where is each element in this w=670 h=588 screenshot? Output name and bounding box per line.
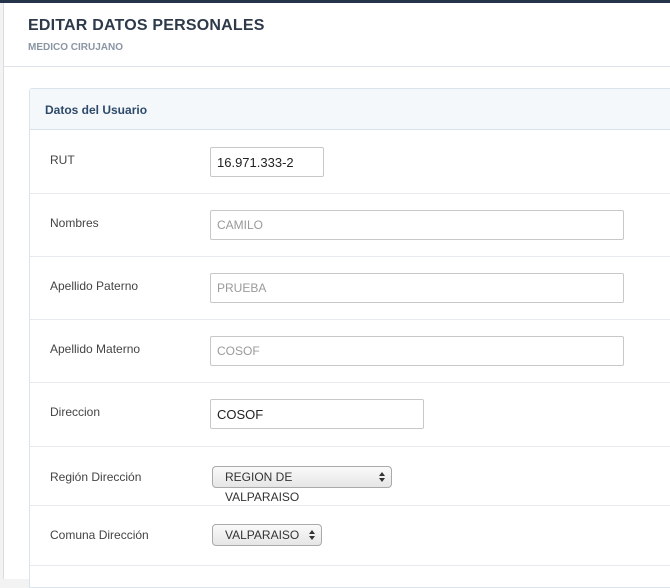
rut-input[interactable] bbox=[210, 147, 324, 177]
form-row-direccion: Direccion bbox=[30, 383, 670, 447]
region-label: Región Dirección bbox=[50, 470, 142, 484]
page: EDITAR DATOS PERSONALES MEDICO CIRUJANO … bbox=[3, 3, 670, 588]
apellido-materno-label: Apellido Materno bbox=[50, 342, 141, 356]
comuna-selected-value: VALPARAISO bbox=[225, 528, 300, 542]
form-row-apellido-materno: Apellido Materno bbox=[30, 320, 670, 383]
form-row-rut: RUT bbox=[30, 130, 670, 194]
form-row-apellido-paterno: Apellido Paterno bbox=[30, 257, 670, 320]
direccion-label: Direccion bbox=[50, 405, 101, 419]
page-header: EDITAR DATOS PERSONALES MEDICO CIRUJANO bbox=[4, 3, 670, 67]
nombres-input[interactable] bbox=[210, 210, 624, 240]
apellido-materno-input[interactable] bbox=[210, 336, 624, 366]
select-arrows-icon bbox=[379, 472, 385, 482]
rut-label: RUT bbox=[50, 153, 75, 167]
panel-title: Datos del Usuario bbox=[45, 103, 148, 117]
page-subtitle: MEDICO CIRUJANO bbox=[28, 42, 124, 53]
apellido-paterno-label: Apellido Paterno bbox=[50, 279, 139, 293]
page-title: EDITAR DATOS PERSONALES bbox=[28, 17, 265, 34]
form-row-region: Región Dirección REGION DE VALPARAISO bbox=[30, 447, 670, 506]
comuna-label: Comuna Dirección bbox=[50, 528, 149, 542]
comuna-select[interactable]: VALPARAISO bbox=[212, 524, 322, 546]
select-arrows-icon bbox=[309, 530, 315, 540]
nombres-label: Nombres bbox=[50, 216, 99, 230]
apellido-paterno-input[interactable] bbox=[210, 273, 624, 303]
form-row-nombres: Nombres bbox=[30, 194, 670, 257]
form-row-comuna: Comuna Dirección VALPARAISO bbox=[30, 506, 670, 566]
user-data-panel: Datos del Usuario RUT Nombres Apellido P… bbox=[29, 88, 670, 588]
region-selected-value: REGION DE VALPARAISO bbox=[225, 470, 300, 504]
direccion-input[interactable] bbox=[210, 399, 424, 429]
panel-header: Datos del Usuario bbox=[30, 89, 670, 130]
region-select[interactable]: REGION DE VALPARAISO bbox=[212, 466, 392, 504]
